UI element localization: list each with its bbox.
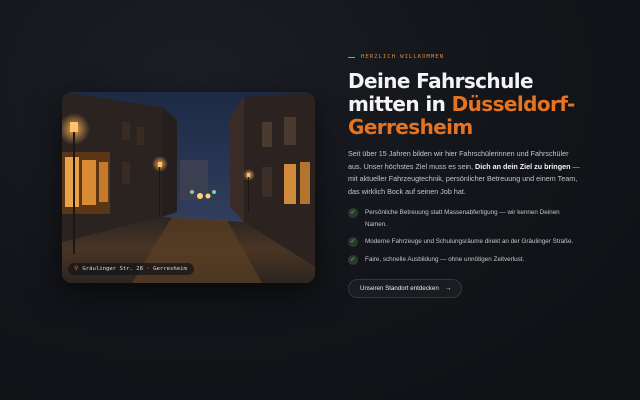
feature-list: ✓ Persönliche Betreuung statt Massenabfe… (348, 207, 588, 265)
cta-label: Unseren Standort entdecken (360, 285, 439, 293)
feature-item: ✓ Moderne Fahrzeuge und Schulungsräume d… (348, 236, 588, 248)
street-photo-illustration (62, 92, 315, 283)
check-icon: ✓ (348, 237, 358, 248)
check-icon: ✓ (348, 208, 358, 219)
title-accent-2: Gerresheim (348, 115, 473, 139)
location-label: Gräulinger Str. 28 · Gerresheim (82, 266, 187, 272)
feature-text: Moderne Fahrzeuge und Schulungsräume dir… (365, 238, 574, 246)
eyebrow-dash (348, 56, 355, 58)
feature-item: ✓ Persönliche Betreuung statt Massenabfe… (348, 207, 588, 230)
title-line-2-prefix: mitten in (348, 92, 452, 116)
check-icon: ✓ (348, 254, 358, 265)
feature-text: Persönliche Betreuung statt Massenabfert… (365, 209, 560, 228)
eyebrow-label: HERZLICH WILLKOMMEN (361, 54, 444, 60)
arrow-right-icon: → (444, 285, 452, 293)
page-title: Deine Fahrschule mitten in Düsseldorf- G… (348, 70, 588, 139)
intro-paragraph: Seit über 15 Jahren bilden wir hier Fahr… (348, 148, 580, 198)
eyebrow: HERZLICH WILLKOMMEN (348, 52, 588, 62)
location-badge: ⚲ Gräulinger Str. 28 · Gerresheim (68, 263, 194, 275)
hero-content: HERZLICH WILLKOMMEN Deine Fahrschule mit… (348, 52, 588, 299)
title-accent-1: Düsseldorf- (451, 92, 576, 116)
street-photo: ⚲ Gräulinger Str. 28 · Gerresheim (62, 92, 315, 283)
intro-highlight: Dich an dein Ziel zu bringen (475, 161, 571, 171)
title-line-1: Deine Fahrschule (348, 69, 534, 93)
feature-text: Faire, schnelle Ausbildung — ohne unnöti… (365, 255, 525, 263)
discover-location-button[interactable]: Unseren Standort entdecken → (348, 279, 463, 299)
feature-item: ✓ Faire, schnelle Ausbildung — ohne unnö… (348, 254, 588, 266)
map-pin-icon: ⚲ (74, 265, 79, 272)
